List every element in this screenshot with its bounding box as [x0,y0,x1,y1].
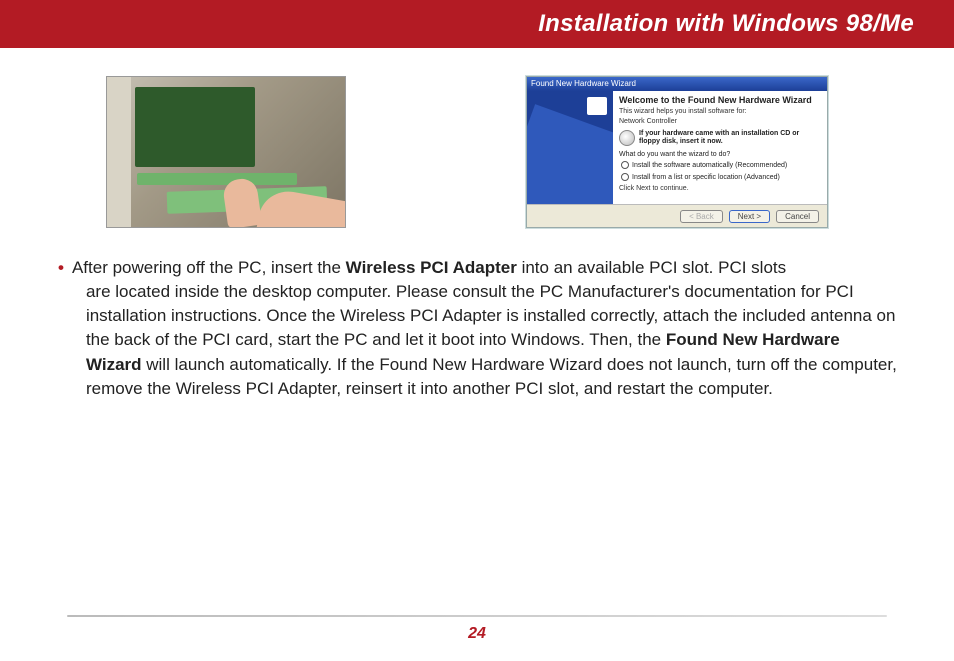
wizard-sidebar-graphic [527,91,613,204]
wizard-heading: Welcome to the Found New Hardware Wizard [619,95,821,105]
page-number: 24 [468,625,486,642]
instruction-bullet: • After powering off the PC, insert the … [56,256,898,401]
illustration-row: Found New Hardware Wizard Welcome to the… [106,76,898,228]
hardware-icon [587,97,607,115]
page-footer: 24 [0,615,954,643]
page-title: Installation with Windows 98/Me [538,10,914,38]
pci-install-photo [106,76,346,228]
content-area: Found New Hardware Wizard Welcome to the… [0,48,954,401]
wizard-next-button: Next > [729,210,770,223]
wizard-device: Network Controller [619,118,821,125]
wizard-subtitle: This wizard helps you install software f… [619,108,821,115]
wizard-button-row: < Back Next > Cancel [527,204,827,227]
wizard-cd-hint: If your hardware came with an installati… [639,130,821,145]
footer-rule [67,615,887,617]
wizard-option-auto: Install the software automatically (Reco… [621,161,821,170]
wizard-back-button: < Back [680,210,723,223]
found-new-hardware-wizard-screenshot: Found New Hardware Wizard Welcome to the… [526,76,828,228]
instruction-text: After powering off the PC, insert the Wi… [72,256,898,401]
bullet-icon: • [58,256,64,280]
header-banner: Installation with Windows 98/Me [0,0,954,48]
wizard-continue-hint: Click Next to continue. [619,185,821,192]
wizard-titlebar: Found New Hardware Wizard [527,77,827,91]
cd-icon [619,130,635,146]
wizard-question: What do you want the wizard to do? [619,151,821,158]
wizard-cancel-button: Cancel [776,210,819,223]
wizard-option-specific: Install from a list or specific location… [621,173,821,182]
